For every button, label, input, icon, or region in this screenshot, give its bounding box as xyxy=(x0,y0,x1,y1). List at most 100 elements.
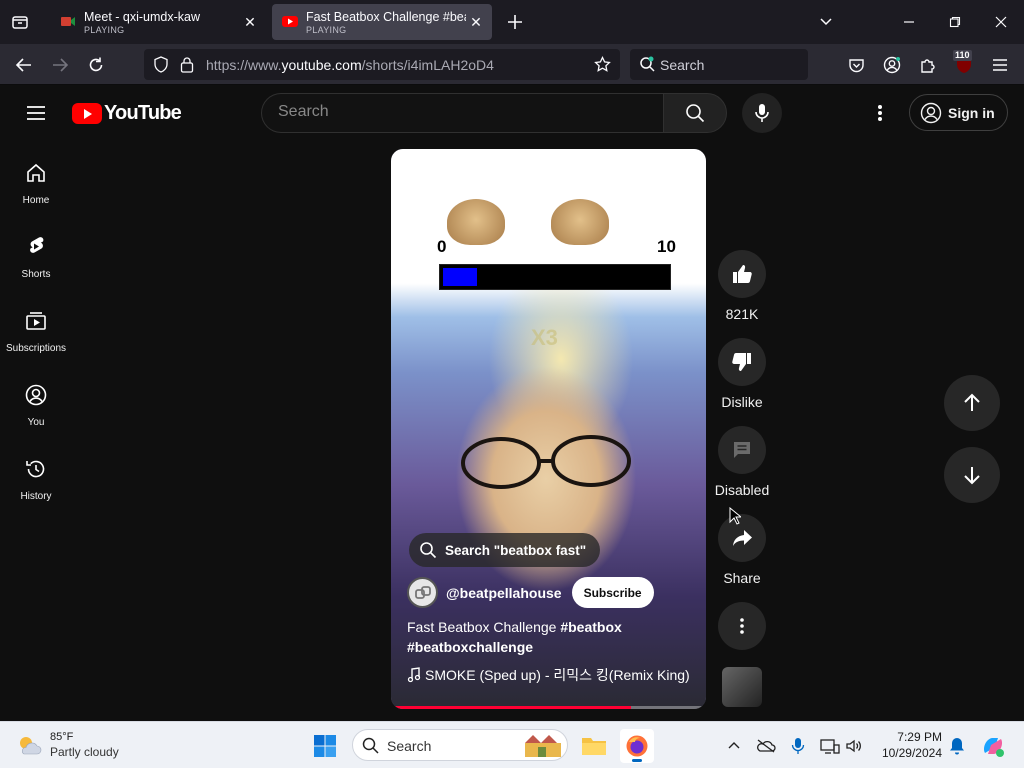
subscriptions-icon xyxy=(26,312,46,330)
account-icon[interactable] xyxy=(879,52,905,78)
guide-item-you[interactable]: You xyxy=(0,383,72,457)
close-tab-icon[interactable]: ✕ xyxy=(242,14,258,30)
close-window-icon[interactable] xyxy=(989,10,1013,34)
guide-menu-icon[interactable] xyxy=(24,101,48,125)
copilot-icon[interactable] xyxy=(979,732,1007,760)
browser-search-bar[interactable]: Search xyxy=(630,49,808,80)
sound-remix-thumbnail[interactable] xyxy=(722,667,762,707)
music-link[interactable]: SMOKE (Sped up) - 리믹스 킹(Remix King) xyxy=(407,665,690,685)
next-short-button[interactable] xyxy=(944,447,1000,503)
browser-search-placeholder: Search xyxy=(660,57,705,73)
search-icon xyxy=(686,104,705,123)
show-hidden-icons-chevron-icon[interactable] xyxy=(723,735,745,757)
hashtag-link[interactable]: #beatboxchallenge xyxy=(407,639,533,655)
channel-logo-icon xyxy=(414,585,431,599)
extensions-puzzle-icon[interactable] xyxy=(915,52,941,78)
tracking-protection-shield-icon[interactable] xyxy=(153,56,169,73)
microphone-icon xyxy=(755,104,769,122)
hamburger-menu-icon[interactable] xyxy=(987,52,1013,78)
new-tab-icon[interactable] xyxy=(504,11,526,33)
music-title: SMOKE (Sped up) - 리믹스 킹(Remix King) xyxy=(425,667,690,683)
pocket-icon[interactable] xyxy=(843,52,869,78)
you-icon xyxy=(25,384,47,406)
channel-handle[interactable]: @beatpellahouse xyxy=(446,585,562,601)
youtube-search-button[interactable] xyxy=(663,93,727,133)
youtube-logo[interactable]: YouTube xyxy=(72,102,182,124)
more-options-button[interactable] xyxy=(718,602,766,650)
active-app-indicator xyxy=(632,759,642,762)
notification-bell-icon[interactable] xyxy=(946,735,968,757)
youtube-search-box[interactable] xyxy=(261,93,663,133)
restore-icon[interactable] xyxy=(943,10,967,34)
guide-item-home[interactable]: Home xyxy=(0,161,72,235)
tab-overflow-chevron-icon[interactable] xyxy=(814,10,838,34)
clock-time: 7:29 PM xyxy=(897,730,942,744)
tab-meet[interactable]: Meet - qxi-umdx-kaw PLAYING ✕ xyxy=(50,4,266,40)
back-arrow-icon[interactable] xyxy=(11,52,37,78)
meter-max-label: 10 xyxy=(657,237,676,256)
guide-item-subscriptions[interactable]: Subscriptions xyxy=(0,309,72,383)
windows-start-icon[interactable] xyxy=(313,734,337,758)
channel-row: @beatpellahouse Subscribe xyxy=(407,577,654,608)
tab-list-icon[interactable] xyxy=(8,10,32,34)
search-highlight-illustration-icon xyxy=(525,735,561,757)
tab-youtube-short[interactable]: Fast Beatbox Challenge #beatbo PLAYING ✕ xyxy=(272,4,492,40)
comments-label: Disabled xyxy=(714,482,770,498)
forward-arrow-icon[interactable] xyxy=(47,52,73,78)
weather-widget[interactable]: 85°F Partly cloudy xyxy=(16,730,119,759)
url-text: https://www.youtube.com/shorts/i4imLAH2o… xyxy=(206,57,494,73)
meet-favicon-icon xyxy=(61,17,75,26)
speed-meter-fill xyxy=(443,268,477,286)
share-icon xyxy=(733,530,752,546)
previous-short-button[interactable] xyxy=(944,375,1000,431)
close-tab-icon[interactable]: ✕ xyxy=(468,14,484,30)
share-button[interactable] xyxy=(718,514,766,562)
video-progress-fill xyxy=(395,706,632,709)
onedrive-offline-icon[interactable] xyxy=(755,735,777,757)
guide-item-shorts[interactable]: Shorts xyxy=(0,235,72,309)
channel-avatar[interactable] xyxy=(407,577,438,608)
comments-button[interactable] xyxy=(718,426,766,474)
network-icon[interactable] xyxy=(819,735,841,757)
chipmunk-image xyxy=(447,199,505,245)
taskbar-search-box[interactable]: Search xyxy=(352,729,568,761)
hashtag-link[interactable]: #beatbox xyxy=(560,619,621,635)
taskbar-search-placeholder: Search xyxy=(387,738,432,754)
file-explorer-app[interactable] xyxy=(577,729,611,763)
dislike-button[interactable] xyxy=(718,338,766,386)
microphone-in-use-icon[interactable] xyxy=(787,735,809,757)
lock-icon[interactable] xyxy=(180,56,194,73)
video-progress-bar[interactable] xyxy=(395,706,702,709)
firefox-icon xyxy=(626,735,648,757)
shorts-icon xyxy=(30,237,44,253)
more-vertical-icon xyxy=(740,618,744,634)
comment-icon xyxy=(734,442,750,458)
home-icon xyxy=(27,163,45,182)
tab-title: Fast Beatbox Challenge #beatbo xyxy=(306,10,466,24)
related-search-chip[interactable]: Search "beatbox fast" xyxy=(409,533,601,567)
meter-min-label: 0 xyxy=(437,237,447,256)
short-video-player[interactable]: 0 10 X3 Search "beatbox fast" @beatpella… xyxy=(391,149,706,709)
bookmark-star-icon[interactable] xyxy=(594,56,611,73)
volume-icon[interactable] xyxy=(843,735,865,757)
system-clock[interactable]: 7:29 PM 10/29/2024 xyxy=(872,729,942,761)
subscribe-button[interactable]: Subscribe xyxy=(571,577,654,608)
voice-search-button[interactable] xyxy=(742,93,782,133)
like-button[interactable] xyxy=(718,250,766,298)
clock-date: 10/29/2024 xyxy=(881,746,942,760)
settings-kebab-icon[interactable] xyxy=(868,101,892,125)
firefox-app[interactable] xyxy=(620,729,654,763)
arrow-up-icon xyxy=(964,393,980,411)
multiplier-text: X3 xyxy=(531,325,558,350)
reload-icon[interactable] xyxy=(83,52,109,78)
minimize-icon[interactable] xyxy=(897,10,921,34)
youtube-search-input[interactable] xyxy=(278,103,638,121)
sign-in-button[interactable]: Sign in xyxy=(909,94,1008,131)
youtube-favicon-icon xyxy=(282,16,298,27)
url-bar[interactable]: https://www.youtube.com/shorts/i4imLAH2o… xyxy=(144,49,620,80)
guide-item-history[interactable]: History xyxy=(0,457,72,531)
temperature: 85°F xyxy=(50,731,74,743)
dislike-label: Dislike xyxy=(721,394,763,410)
dislike-action: Dislike xyxy=(718,338,766,410)
search-icon xyxy=(420,542,437,559)
